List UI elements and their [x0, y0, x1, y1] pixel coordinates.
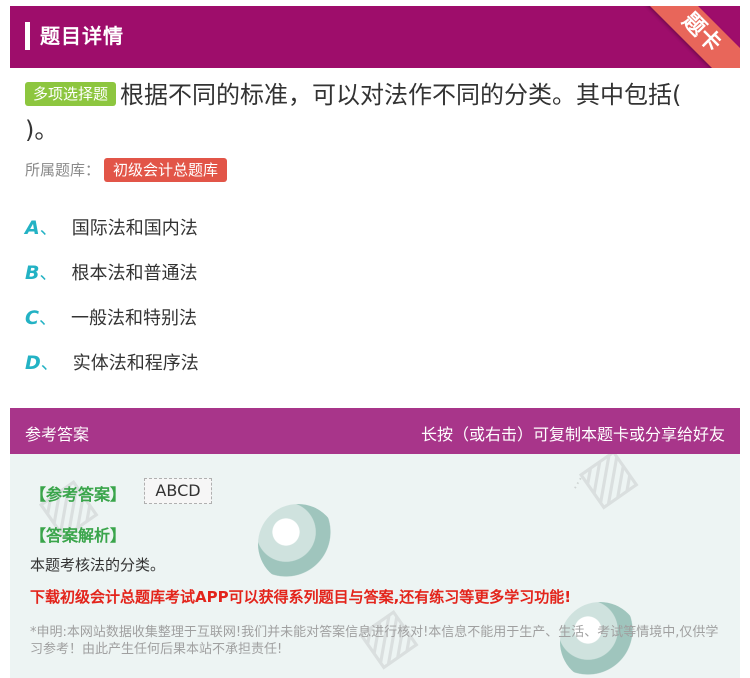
answer-section-header: 参考答案 长按（或右击）可复制本题卡或分享给好友: [10, 408, 740, 454]
option-d[interactable]: D、 实体法和程序法: [25, 349, 199, 375]
option-a[interactable]: A、 国际法和国内法: [25, 214, 198, 240]
answer-section-body: ▨ ▨ ▨ ⋯ 【参考答案】 ABCD 【答案解析】 本题考核法的分类。 下载初…: [10, 454, 740, 678]
question-type-badge: 多项选择题: [25, 82, 117, 106]
question-text-end: )。: [25, 116, 59, 144]
question-card-ribbon: 题卡: [635, 6, 740, 68]
explanation-label: 【答案解析】: [30, 526, 127, 545]
option-separator: 、: [39, 263, 58, 284]
explanation-text: 本题考核法的分类。: [30, 556, 166, 574]
option-text: 实体法和程序法: [72, 353, 199, 374]
answer-section-title: 参考答案: [25, 425, 90, 444]
option-c[interactable]: C、 一般法和特别法: [25, 304, 197, 330]
option-separator: 、: [38, 308, 57, 329]
question-text: 根据不同的标准，可以对法作不同的分类。其中包括(: [120, 81, 682, 109]
question-block: 多项选择题 根据不同的标准，可以对法作不同的分类。其中包括( )。: [25, 78, 730, 148]
page-title: 题目详情: [40, 24, 124, 48]
option-letter: C: [25, 307, 39, 329]
option-text: 国际法和国内法: [71, 218, 198, 239]
disclaimer-text: *申明:本网站数据收集整理于互联网!我们并未能对答案信息进行核对!本信息不能用于…: [30, 625, 719, 657]
question-line-1: 多项选择题 根据不同的标准，可以对法作不同的分类。其中包括(: [25, 78, 730, 112]
answer-value: ABCD: [144, 478, 212, 504]
option-text: 一般法和特别法: [70, 308, 197, 329]
option-letter: A: [25, 217, 40, 239]
question-bank-badge[interactable]: 初级会计总题库: [104, 158, 228, 182]
question-bank-row: 所属题库： 初级会计总题库: [25, 158, 228, 182]
option-separator: 、: [40, 353, 59, 374]
title-accent-bar: [25, 22, 30, 50]
option-separator: 、: [39, 218, 58, 239]
page-header: 题目详情 题卡: [10, 6, 740, 68]
share-hint: 长按（或右击）可复制本题卡或分享给好友: [420, 425, 725, 444]
option-letter: B: [25, 262, 40, 284]
app-promo-text[interactable]: 下载初级会计总题库考试APP可以获得系列题目与答案,还有练习等更多学习功能!: [30, 586, 571, 607]
answer-label: 【参考答案】: [30, 485, 127, 504]
watermark-logo-icon: [258, 504, 338, 584]
option-text: 根本法和普通法: [71, 263, 198, 284]
question-bank-label: 所属题库：: [25, 161, 101, 179]
option-letter: D: [25, 352, 41, 374]
option-b[interactable]: B、 根本法和普通法: [25, 259, 197, 285]
